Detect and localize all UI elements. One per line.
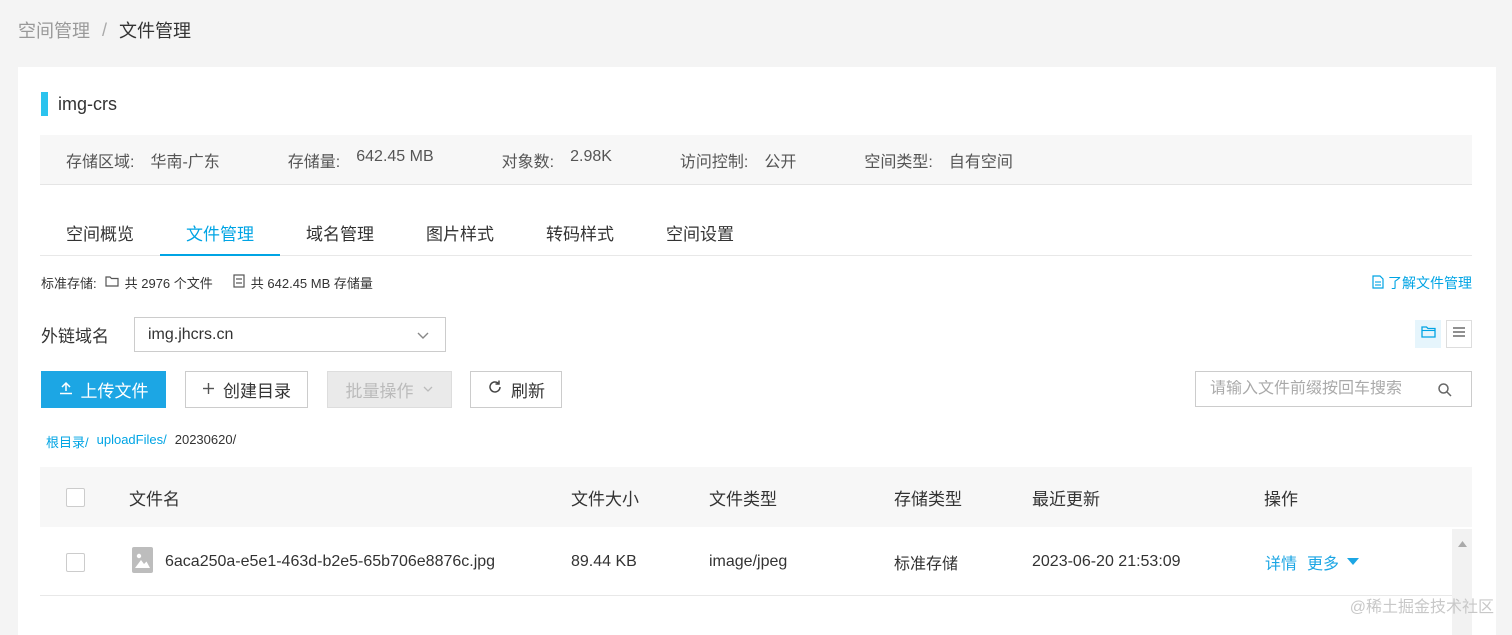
column-header-operations: 操作 (1264, 489, 1298, 509)
more-label: 更多 (1307, 556, 1340, 573)
tab-domain-management[interactable]: 域名管理 (280, 207, 400, 255)
column-header-storage: 存储类型 (894, 489, 962, 509)
list-icon (1452, 325, 1466, 343)
tab-file-management[interactable]: 文件管理 (160, 207, 280, 256)
folder-icon (97, 275, 125, 290)
refresh-label: 刷新 (511, 382, 545, 401)
table-header: 文件名 文件大小 文件类型 存储类型 最近更新 操作 (40, 467, 1472, 527)
bucket-name: img-crs (58, 93, 117, 114)
info-access-control: 访问控制: 公开 (680, 148, 796, 172)
file-name-cell: 6aca250a-e5e1-463d-b2e5-65b706e8876c.jpg (132, 529, 495, 595)
search-input[interactable] (1210, 380, 1430, 398)
bucket-title: img-crs (41, 92, 117, 116)
scroll-up-arrow-icon[interactable] (1458, 534, 1467, 552)
learn-file-management-link[interactable]: 了解文件管理 (1372, 273, 1472, 293)
info-space-type: 空间类型: 自有空间 (864, 148, 1012, 172)
column-header-name: 文件名 (129, 489, 180, 509)
top-breadcrumb: 空间管理 / 文件管理 (18, 17, 191, 43)
info-value: 642.45 MB (356, 147, 434, 165)
create-directory-button[interactable]: 创建目录 (185, 371, 308, 408)
batch-operation-button[interactable]: 批量操作 (327, 371, 452, 408)
info-objects: 对象数: 2.98K (502, 148, 612, 172)
upload-file-label: 上传文件 (80, 382, 149, 401)
file-type: image/jpeg (709, 553, 788, 570)
breadcrumb-separator: / (102, 19, 108, 40)
refresh-button[interactable]: 刷新 (470, 371, 562, 408)
search-icon[interactable] (1437, 382, 1453, 403)
table-scrollbar[interactable] (1452, 529, 1472, 635)
storage-stats: 标准存储: 共 2976 个文件 共 642.45 MB 存储量 (41, 273, 373, 292)
breadcrumb-current: 文件管理 (119, 21, 192, 41)
row-actions: 详情 更多 (1265, 529, 1369, 595)
main-card: img-crs 存储区域: 华南-广东 存储量: 642.45 MB 对象数: … (18, 67, 1496, 635)
row-select-cell (66, 529, 85, 595)
upload-icon (59, 380, 81, 400)
caret-down-icon (1347, 553, 1360, 571)
last-updated: 2023-06-20 21:53:09 (1032, 553, 1181, 570)
info-value: 公开 (764, 153, 797, 171)
tab-space-settings[interactable]: 空间设置 (640, 207, 760, 255)
bucket-info-strip: 存储区域: 华南-广东 存储量: 642.45 MB 对象数: 2.98K 访问… (40, 135, 1472, 185)
tab-image-styles[interactable]: 图片样式 (400, 207, 520, 255)
watermark: @稀土掘金技术社区 (1349, 599, 1494, 616)
more-dropdown[interactable]: 更多 (1307, 550, 1360, 574)
storage-type: 标准存储 (894, 556, 959, 573)
domain-label: 外链域名 (41, 327, 109, 346)
info-value: 自有空间 (948, 153, 1013, 171)
folder-view-button[interactable] (1415, 320, 1441, 348)
search-box (1195, 371, 1472, 407)
image-file-icon (132, 546, 153, 578)
path-root-link[interactable]: 根目录/ (46, 432, 89, 451)
path-breadcrumb: 根目录/ uploadFiles/ 20230620/ (46, 432, 236, 451)
tab-space-overview[interactable]: 空间概览 (40, 207, 160, 255)
tab-bar: 空间概览 文件管理 域名管理 图片样式 转码样式 空间设置 (40, 207, 1472, 256)
info-label: 空间类型: (864, 153, 933, 171)
info-label: 存储区域: (66, 153, 135, 171)
info-label: 访问控制: (679, 153, 749, 171)
path-folder-link[interactable]: uploadFiles/ (97, 432, 167, 451)
select-all-cell (66, 467, 85, 527)
path-current: 20230620/ (174, 432, 237, 447)
tab-transcode-styles[interactable]: 转码样式 (520, 207, 640, 255)
stats-label: 标准存储: (41, 276, 97, 291)
create-directory-label: 创建目录 (223, 382, 291, 401)
breadcrumb-space-management[interactable]: 空间管理 (18, 17, 90, 43)
folder-icon (1420, 325, 1436, 343)
info-value: 华南-广东 (150, 153, 220, 171)
info-label: 对象数: (501, 153, 555, 171)
info-region: 存储区域: 华南-广东 (66, 148, 220, 172)
database-icon (225, 274, 251, 291)
file-size: 89.44 KB (571, 553, 637, 570)
view-toggle (1415, 320, 1472, 348)
info-value: 2.98K (570, 147, 612, 165)
column-header-size: 文件大小 (571, 489, 639, 509)
refresh-icon (487, 379, 511, 400)
info-storage: 存储量: 642.45 MB (288, 148, 434, 172)
batch-operation-label: 批量操作 (345, 382, 414, 401)
file-name[interactable]: 6aca250a-e5e1-463d-b2e5-65b706e8876c.jpg (165, 553, 495, 571)
upload-file-button[interactable]: 上传文件 (41, 371, 166, 408)
domain-select-value: img.jhcrs.cn (148, 325, 234, 343)
stats-file-count: 共 2976 个文件 (124, 276, 213, 291)
column-header-updated: 最近更新 (1032, 489, 1100, 509)
select-all-checkbox[interactable] (66, 487, 85, 507)
stats-storage-size: 共 642.45 MB 存储量 (250, 276, 373, 291)
row-checkbox[interactable] (66, 552, 85, 572)
info-label: 存储量: (287, 153, 341, 171)
list-view-button[interactable] (1446, 320, 1472, 348)
column-header-type: 文件类型 (709, 489, 777, 509)
domain-select[interactable]: img.jhcrs.cn (134, 317, 446, 352)
plus-icon (202, 380, 223, 400)
chevron-down-icon (414, 380, 434, 400)
details-link[interactable]: 详情 (1265, 550, 1297, 574)
learn-file-management-label: 了解文件管理 (1388, 275, 1472, 291)
chevron-down-icon (415, 327, 431, 348)
document-icon (1372, 274, 1388, 292)
table-row[interactable]: 6aca250a-e5e1-463d-b2e5-65b706e8876c.jpg… (40, 529, 1452, 596)
title-accent-bar (41, 92, 48, 116)
